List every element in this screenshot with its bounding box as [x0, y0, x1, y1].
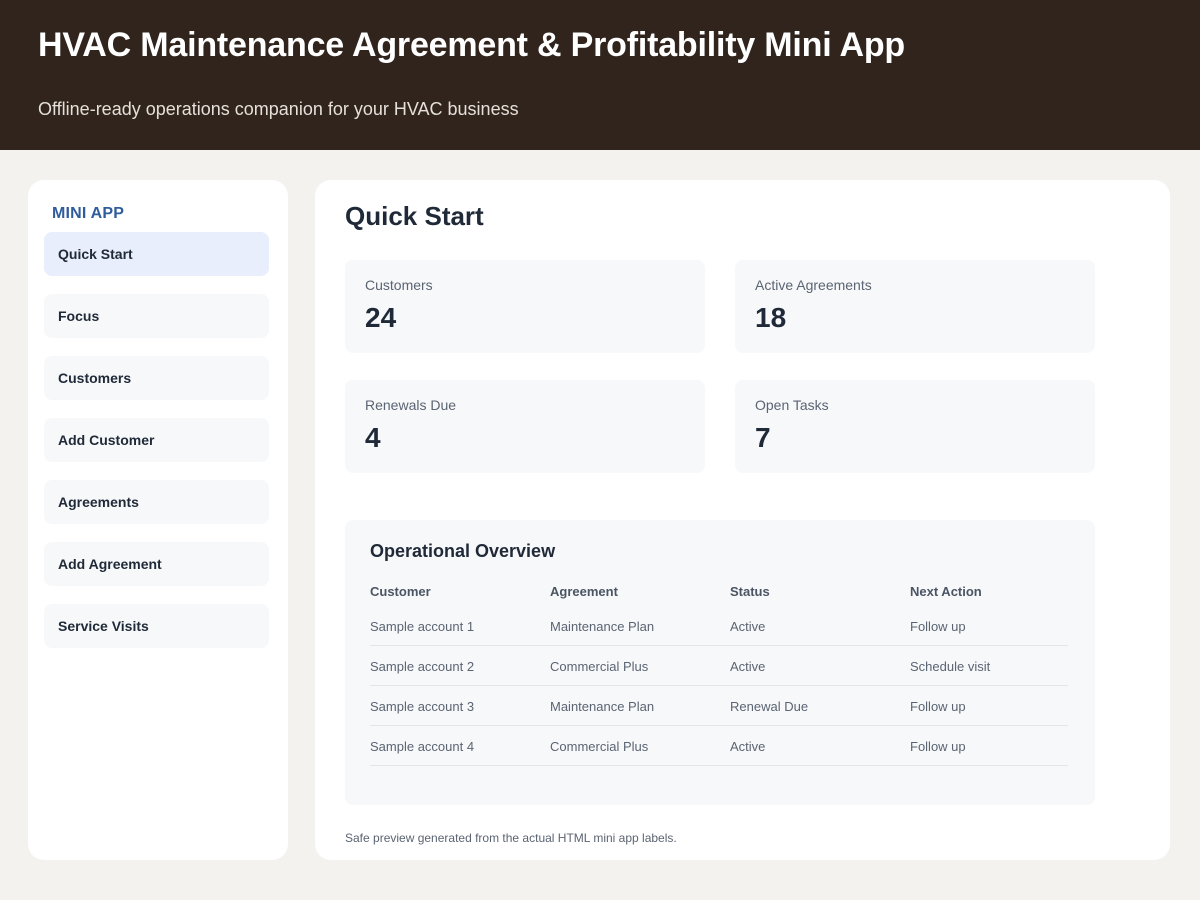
sidebar-item-customers[interactable]: Customers — [44, 356, 269, 400]
cell-next-action: Follow up — [910, 619, 966, 634]
stat-card-customers: Customers 24 — [345, 260, 705, 353]
sidebar-item-agreements[interactable]: Agreements — [44, 480, 269, 524]
table-row: Sample account 4 Commercial Plus Active … — [370, 726, 1068, 766]
cell-customer: Sample account 4 — [370, 739, 475, 754]
stat-label: Renewals Due — [365, 397, 457, 413]
cell-agreement: Maintenance Plan — [550, 699, 655, 714]
overview-table: Customer Agreement Status Next Action Sa… — [370, 582, 1068, 766]
app-subtitle: Offline-ready operations companion for y… — [38, 99, 519, 119]
sidebar-item-quick-start[interactable]: Quick Start — [44, 232, 269, 276]
sidebar-item-focus[interactable]: Focus — [44, 294, 269, 338]
table-header: Customer Agreement Status Next Action — [370, 582, 1068, 606]
stat-value: 4 — [365, 422, 381, 453]
cell-agreement: Commercial Plus — [550, 659, 649, 674]
stat-value: 24 — [365, 302, 397, 333]
column-header-next-action: Next Action — [910, 584, 982, 599]
stat-value: 7 — [755, 422, 771, 453]
stat-card-open-tasks: Open Tasks 7 — [735, 380, 1095, 473]
cell-status: Renewal Due — [730, 699, 809, 714]
cell-agreement: Maintenance Plan — [550, 619, 655, 634]
column-header-agreement: Agreement — [550, 584, 618, 599]
cell-agreement: Commercial Plus — [550, 739, 649, 754]
stat-label: Customers — [365, 277, 433, 293]
sidebar: MINI APP Quick Start Focus Customers Add… — [28, 180, 288, 860]
cell-customer: Sample account 3 — [370, 699, 475, 714]
cell-status: Active — [730, 659, 766, 674]
stat-label: Open Tasks — [755, 397, 829, 413]
sidebar-item-add-agreement[interactable]: Add Agreement — [44, 542, 269, 586]
app-header: HVAC Maintenance Agreement & Profitabili… — [0, 0, 1200, 150]
page-title: Quick Start — [345, 201, 484, 231]
table-row: Sample account 1 Maintenance Plan Active… — [370, 606, 1068, 646]
operational-overview: Operational Overview Customer Agreement … — [345, 520, 1095, 805]
sidebar-item-service-visits[interactable]: Service Visits — [44, 604, 269, 648]
cell-status: Active — [730, 619, 766, 634]
overview-title: Operational Overview — [370, 541, 556, 561]
stat-value: 18 — [755, 302, 787, 333]
app-title: HVAC Maintenance Agreement & Profitabili… — [38, 26, 905, 64]
stat-card-active-agreements: Active Agreements 18 — [735, 260, 1095, 353]
table-row: Sample account 3 Maintenance Plan Renewa… — [370, 686, 1068, 726]
main-panel: Quick Start Customers 24 Active Agreemen… — [315, 180, 1170, 860]
cell-next-action: Follow up — [910, 699, 966, 714]
column-header-customer: Customer — [370, 584, 431, 599]
column-header-status: Status — [730, 584, 770, 599]
stat-label: Active Agreements — [755, 277, 872, 293]
sidebar-item-add-customer[interactable]: Add Customer — [44, 418, 269, 462]
stat-card-renewals-due: Renewals Due 4 — [345, 380, 705, 473]
cell-customer: Sample account 1 — [370, 619, 475, 634]
cell-next-action: Schedule visit — [910, 659, 991, 674]
sidebar-title: MINI APP — [52, 205, 125, 222]
cell-next-action: Follow up — [910, 739, 966, 754]
cell-status: Active — [730, 739, 766, 754]
footnote: Safe preview generated from the actual H… — [345, 831, 677, 845]
table-row: Sample account 2 Commercial Plus Active … — [370, 646, 1068, 686]
cell-customer: Sample account 2 — [370, 659, 475, 674]
